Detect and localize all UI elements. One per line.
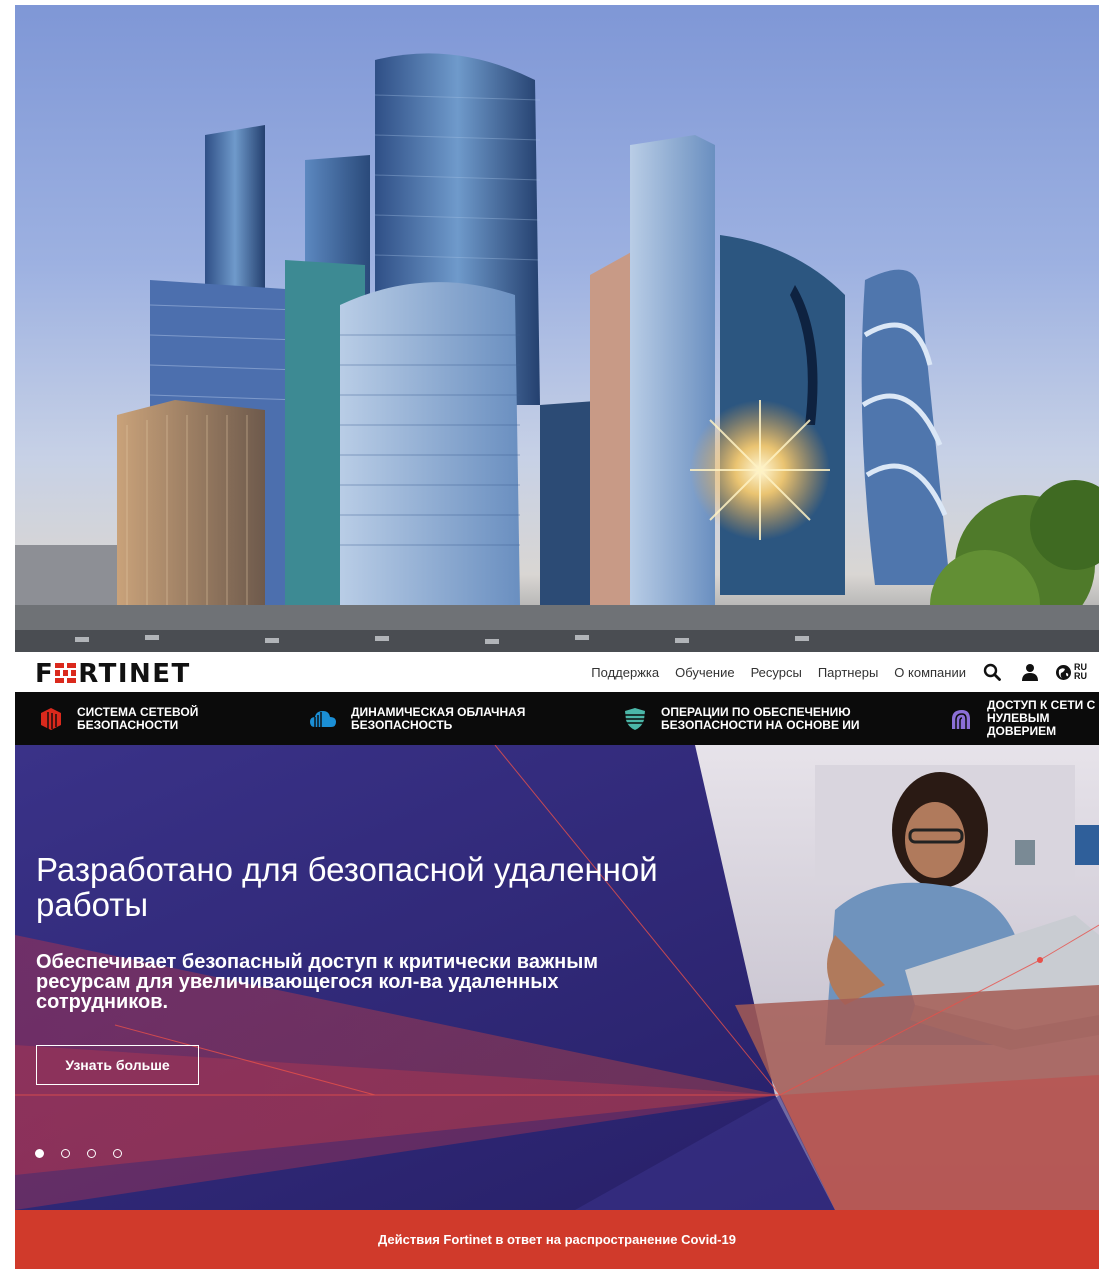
product-label-line2: БЕЗОПАСНОСТИ: [77, 717, 179, 732]
nav-link-resources[interactable]: Ресурсы: [751, 665, 802, 680]
carousel-pagination: [35, 1149, 122, 1158]
nav-link-partners[interactable]: Партнеры: [818, 665, 878, 680]
nav-link-about[interactable]: О компании: [894, 665, 966, 680]
covid-response-banner: Действия Fortinet в ответ на распростран…: [15, 1210, 1099, 1269]
product-label-line2: БЕЗОПАСНОСТИ НА ОСНОВЕ ИИ: [661, 717, 860, 732]
nav-link-support[interactable]: Поддержка: [591, 665, 659, 680]
fortinet-logo-mark-icon: [55, 663, 77, 683]
product-label-line2: НУЛЕВЫМ ДОВЕРИЕМ: [987, 711, 1057, 738]
product-category-bar: СИСТЕМА СЕТЕВОЙ БЕЗОПАСНОСТИ ДИНАМИЧЕСКАЯ…: [15, 692, 1099, 745]
hero-photo-skyline: [15, 5, 1099, 652]
product-label-line1: СИСТЕМА СЕТЕВОЙ: [77, 704, 199, 719]
nav-link-training[interactable]: Обучение: [675, 665, 734, 680]
hero-title: Разработано для безопасной удаленной раб…: [36, 851, 658, 923]
skyline-illustration: [15, 53, 1099, 652]
carousel-dot-2[interactable]: [61, 1149, 70, 1158]
product-label-line2: БЕЗОПАСНОСТЬ: [351, 717, 453, 732]
covid-response-link[interactable]: Действия Fortinet в ответ на распростран…: [378, 1232, 736, 1247]
product-network-security[interactable]: СИСТЕМА СЕТЕВОЙ БЕЗОПАСНОСТИ: [15, 692, 285, 745]
cloud-security-icon: [310, 710, 336, 727]
product-ai-security-operations[interactable]: ОПЕРАЦИИ ПО ОБЕСПЕЧЕНИЮ БЕЗОПАСНОСТИ НА О…: [599, 692, 925, 745]
zero-trust-icon: [952, 709, 970, 729]
hero-subtitle: Обеспечивает безопасный доступ к критиче…: [36, 951, 599, 1013]
hero-carousel: Разработано для безопасной удаленной раб…: [15, 745, 1099, 1210]
product-zero-trust-access[interactable]: ДОСТУП К СЕТИ С НУЛЕВЫМ ДОВЕРИЕМ: [925, 692, 1099, 745]
carousel-dot-1[interactable]: [35, 1149, 44, 1158]
fortinet-logo[interactable]: F RTINET: [35, 659, 191, 689]
product-label-line1: ОПЕРАЦИИ ПО ОБЕСПЕЧЕНИЮ: [661, 704, 851, 719]
region-code: RU: [1074, 671, 1087, 681]
carousel-dot-4[interactable]: [113, 1149, 122, 1158]
learn-more-button[interactable]: Узнать больше: [36, 1045, 199, 1085]
product-cloud-security[interactable]: ДИНАМИЧЕСКАЯ ОБЛАЧНАЯ БЕЗОПАСНОСТЬ: [285, 692, 599, 745]
user-account-icon[interactable]: [1021, 663, 1039, 681]
network-security-icon: [41, 707, 61, 730]
ai-operations-shield-icon: [625, 707, 645, 730]
product-label-line1: ДИНАМИЧЕСКАЯ ОБЛАЧНАЯ: [351, 704, 526, 719]
language-selector[interactable]: RU RU: [1055, 663, 1087, 681]
carousel-dot-3[interactable]: [87, 1149, 96, 1158]
search-icon[interactable]: [983, 663, 1001, 681]
top-navigation: Поддержка Обучение Ресурсы Партнеры О ко…: [575, 652, 1087, 692]
site-header: F RTINET Поддержка Обучение Ресурсы Парт…: [15, 652, 1099, 692]
globe-icon: [1056, 664, 1071, 680]
